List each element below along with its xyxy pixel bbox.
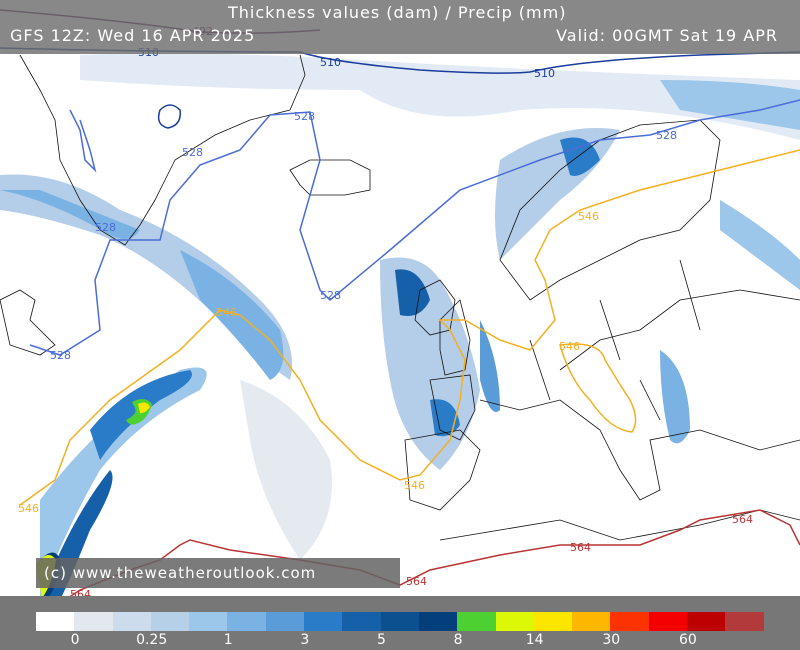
- color-scale-tick-label: 60: [678, 632, 697, 648]
- color-scale-tick-label: 30: [602, 632, 621, 648]
- color-scale-segment: [380, 612, 419, 631]
- color-scale-segment: [227, 612, 266, 631]
- contour-label-546-c: 546: [404, 479, 425, 492]
- contour-label-546-a: 546: [216, 306, 237, 319]
- color-scale-segment: [342, 612, 381, 631]
- model-run-label: GFS 12Z: Wed 16 APR 2025: [10, 26, 256, 45]
- color-scale-tick-label: 3: [300, 632, 310, 648]
- contour-label-528-a: 528: [182, 146, 203, 159]
- color-scale-segment: [457, 612, 496, 631]
- contour-label-546-d: 546: [559, 340, 580, 353]
- color-scale-segment: [189, 612, 228, 631]
- contour-label-528-c: 528: [95, 221, 116, 234]
- color-scale-segment: [112, 612, 151, 631]
- contour-label-528-b: 528: [294, 110, 315, 123]
- color-scale-tick-label: 0: [70, 632, 80, 648]
- color-scale-segment: [150, 612, 190, 631]
- color-scale-segment: [74, 612, 113, 631]
- precip-color-scale: [36, 612, 764, 631]
- color-scale-segment: [648, 612, 688, 631]
- color-scale-segment: [687, 612, 726, 631]
- contour-label-510-c: 510: [534, 67, 555, 80]
- color-scale-segment: [495, 612, 534, 631]
- color-scale-tick-label: 0.25: [136, 632, 168, 648]
- map-title: Thickness values (dam) / Precip (mm): [228, 3, 567, 22]
- contour-label-564-c: 564: [732, 513, 753, 526]
- contour-label-528-f: 528: [656, 129, 677, 142]
- color-scale-segment: [265, 612, 305, 631]
- color-scale-segment: [533, 612, 573, 631]
- color-scale-tick-label: 14: [525, 632, 544, 648]
- color-scale-tick-label: 5: [376, 632, 386, 648]
- contour-label-564-a: 564: [406, 575, 427, 588]
- copyright-credit: (c) www.theweatheroutlook.com: [36, 558, 400, 588]
- color-scale-segment: [610, 612, 649, 631]
- contour-label-564-b: 564: [570, 541, 591, 554]
- contour-label-546-b: 546: [18, 502, 39, 515]
- contour-label-546-e: 546: [578, 210, 599, 223]
- color-scale-segment: [725, 612, 764, 631]
- contour-label-528-e: 528: [320, 289, 341, 302]
- color-scale-segment: [418, 612, 458, 631]
- color-scale-segment: [572, 612, 611, 631]
- contour-label-528-d: 528: [50, 349, 71, 362]
- color-scale-tick-label: 8: [453, 632, 463, 648]
- weather-map: 492 510 510 510 528 528 528 528 528 528 …: [0, 0, 800, 650]
- color-scale-segment: [304, 612, 343, 631]
- color-scale-tick-label: 1: [223, 632, 233, 648]
- contour-label-510-b: 510: [320, 56, 341, 69]
- color-scale-segment: [36, 612, 75, 631]
- valid-time-label: Valid: 00GMT Sat 19 APR: [556, 26, 778, 45]
